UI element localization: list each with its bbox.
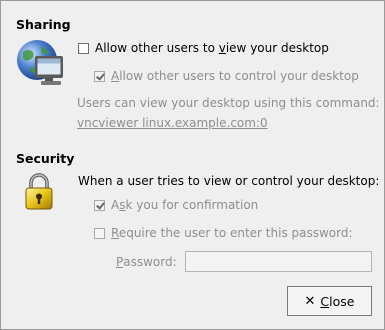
command-hint-label: Users can view your desktop using this c…: [77, 96, 380, 110]
ask-confirmation-label: Ask you for confirmation: [111, 198, 259, 212]
require-password-checkbox[interactable]: [94, 227, 105, 239]
security-heading: Security: [16, 151, 75, 166]
allow-control-checkbox[interactable]: [94, 70, 105, 82]
close-x-icon: ✕: [304, 293, 316, 309]
password-label: Password:: [116, 255, 177, 269]
vnc-command-link[interactable]: vncviewer linux.example.com:0: [77, 116, 268, 130]
dialog-window: Sharing Allow other users to view your d…: [0, 0, 385, 330]
allow-control-label: Allow other users to control your deskto…: [111, 69, 359, 83]
allow-control-row[interactable]: Allow other users to control your deskto…: [94, 69, 359, 83]
security-intro-label: When a user tries to view or control you…: [78, 174, 380, 188]
require-password-label: Require the user to enter this password:: [111, 226, 353, 240]
close-button-label: Close: [320, 293, 355, 309]
allow-view-label: Allow other users to view your desktop: [95, 41, 329, 55]
require-password-row[interactable]: Require the user to enter this password:: [94, 226, 353, 240]
password-input[interactable]: [185, 251, 372, 272]
ask-confirmation-checkbox[interactable]: [94, 199, 105, 211]
allow-view-checkbox[interactable]: [78, 42, 89, 54]
padlock-icon: [25, 173, 53, 210]
ask-confirmation-row[interactable]: Ask you for confirmation: [94, 198, 258, 212]
monitor-globe-icon: [17, 40, 63, 85]
close-button[interactable]: ✕ Close: [287, 286, 372, 316]
sharing-heading: Sharing: [16, 17, 71, 32]
allow-view-row[interactable]: Allow other users to view your desktop: [78, 41, 329, 55]
